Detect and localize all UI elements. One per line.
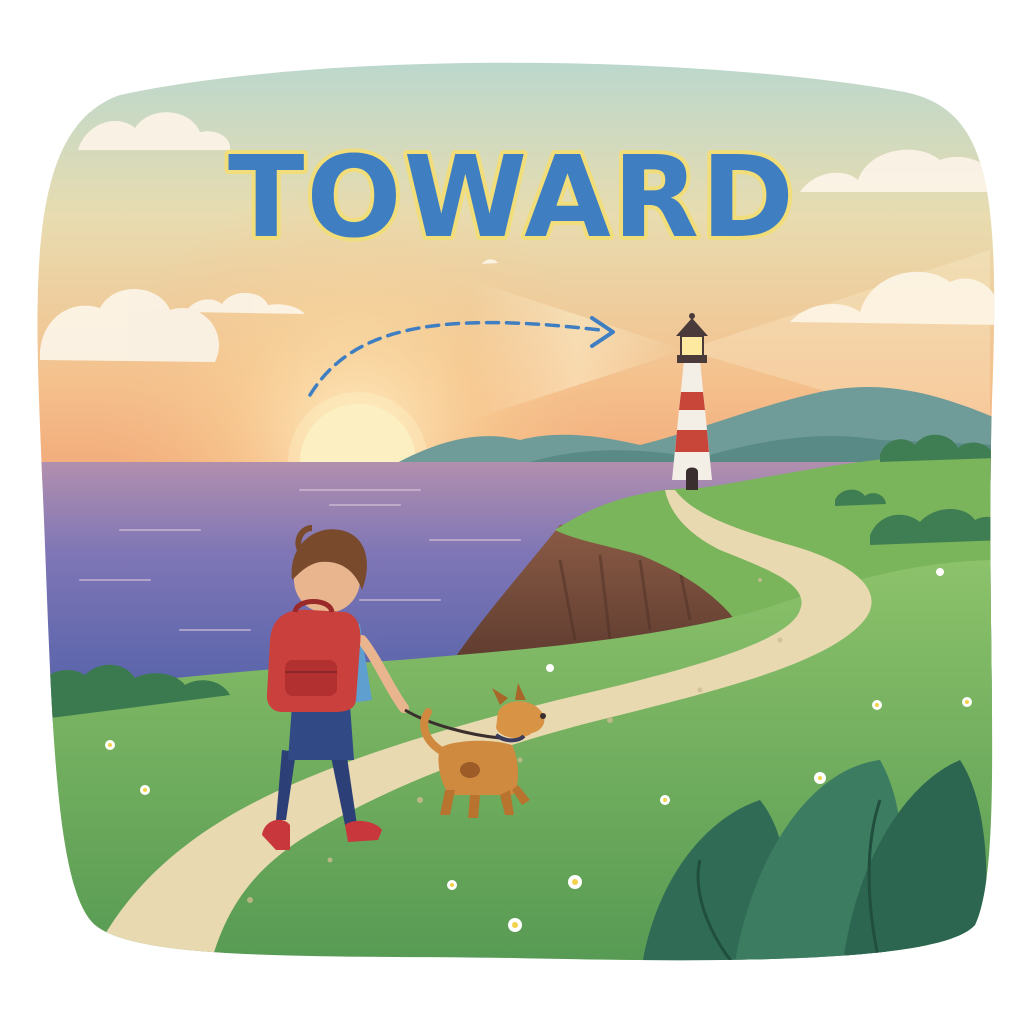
page-title: TOWARD xyxy=(228,133,796,263)
illustration: TOWARD xyxy=(37,62,995,961)
backpack xyxy=(266,599,361,712)
